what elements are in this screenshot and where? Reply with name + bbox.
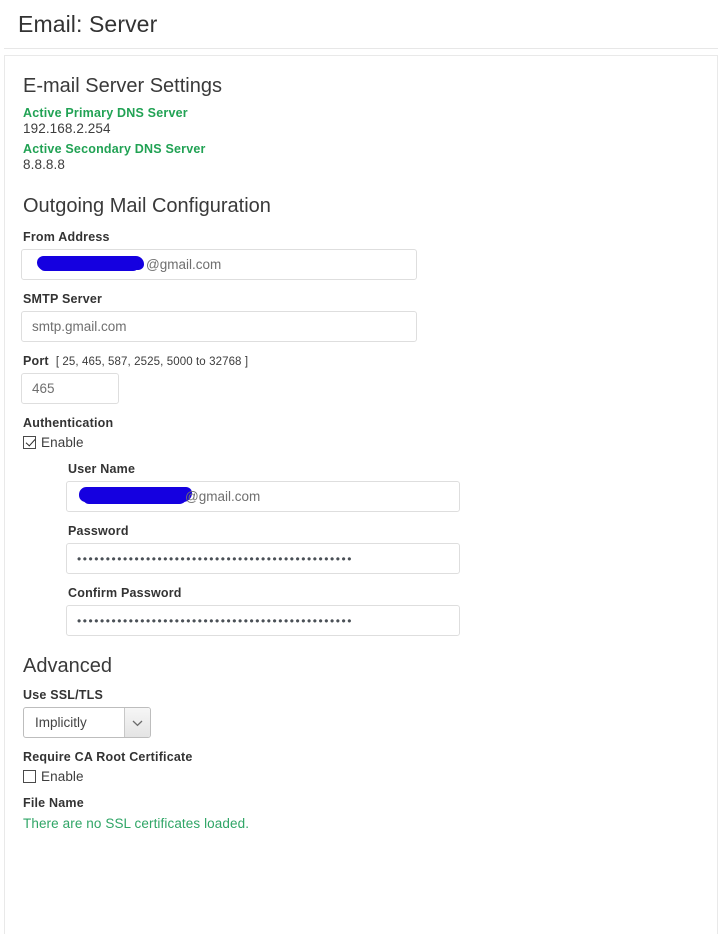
confirm-password-label: Confirm Password bbox=[68, 586, 182, 600]
user-name-value: @gmail.com bbox=[185, 489, 261, 504]
page-header: Email: Server bbox=[0, 0, 722, 49]
port-label-text: Port bbox=[23, 354, 49, 368]
secondary-dns-value: 8.8.8.8 bbox=[23, 157, 65, 172]
primary-dns-value: 192.168.2.254 bbox=[23, 121, 111, 136]
authentication-label: Authentication bbox=[23, 416, 114, 430]
smtp-server-input[interactable]: smtp.gmail.com bbox=[21, 311, 417, 342]
port-value: 465 bbox=[32, 381, 55, 396]
ssl-tls-label: Use SSL/TLS bbox=[23, 688, 103, 702]
confirm-password-input[interactable]: ••••••••••••••••••••••••••••••••••••••••… bbox=[66, 605, 460, 636]
password-input[interactable]: ••••••••••••••••••••••••••••••••••••••••… bbox=[66, 543, 460, 574]
from-address-input[interactable]: @gmail.com bbox=[21, 249, 417, 280]
password-label: Password bbox=[68, 524, 129, 538]
settings-card: E-mail Server Settings Active Primary DN… bbox=[4, 55, 718, 934]
password-value: ••••••••••••••••••••••••••••••••••••••••… bbox=[77, 552, 354, 565]
advanced-heading: Advanced bbox=[23, 655, 112, 677]
email-server-settings-heading: E-mail Server Settings bbox=[23, 75, 222, 97]
from-address-label: From Address bbox=[23, 230, 110, 244]
redaction-mark-from-address bbox=[37, 256, 144, 271]
user-name-input[interactable]: @gmail.com bbox=[66, 481, 460, 512]
outgoing-mail-heading: Outgoing Mail Configuration bbox=[23, 195, 271, 217]
ssl-certificate-status: There are no SSL certificates loaded. bbox=[23, 816, 250, 831]
ssl-tls-select[interactable]: Implicitly bbox=[23, 707, 151, 738]
ca-root-enable-row[interactable]: Enable bbox=[23, 769, 701, 784]
file-name-label: File Name bbox=[23, 796, 84, 810]
smtp-server-value: smtp.gmail.com bbox=[32, 319, 127, 334]
header-divider bbox=[4, 48, 718, 49]
ssl-tls-selected-value: Implicitly bbox=[35, 715, 87, 730]
user-name-label: User Name bbox=[68, 462, 136, 476]
redaction-mark-user-name bbox=[79, 487, 192, 504]
ca-root-enable-label: Enable bbox=[41, 769, 84, 784]
smtp-server-label: SMTP Server bbox=[23, 292, 103, 306]
page-title: Email: Server bbox=[18, 11, 158, 37]
chevron-down-icon[interactable] bbox=[124, 708, 150, 737]
from-address-value: @gmail.com bbox=[146, 257, 222, 272]
confirm-password-value: ••••••••••••••••••••••••••••••••••••••••… bbox=[77, 614, 354, 627]
authentication-enable-label: Enable bbox=[41, 435, 84, 450]
checkbox-icon-authentication-enable[interactable] bbox=[23, 436, 36, 449]
ca-root-label: Require CA Root Certificate bbox=[23, 750, 193, 764]
checkbox-icon-ca-root-enable[interactable] bbox=[23, 770, 36, 783]
authentication-fields: User Name @gmail.com Password ••••••••••… bbox=[66, 462, 701, 636]
primary-dns-label: Active Primary DNS Server bbox=[23, 106, 188, 120]
secondary-dns-label: Active Secondary DNS Server bbox=[23, 142, 206, 156]
port-label: Port [ 25, 465, 587, 2525, 5000 to 32768 … bbox=[23, 354, 701, 368]
authentication-enable-row[interactable]: Enable bbox=[23, 435, 701, 450]
port-input[interactable]: 465 bbox=[21, 373, 119, 404]
port-hint: [ 25, 465, 587, 2525, 5000 to 32768 ] bbox=[55, 356, 249, 368]
